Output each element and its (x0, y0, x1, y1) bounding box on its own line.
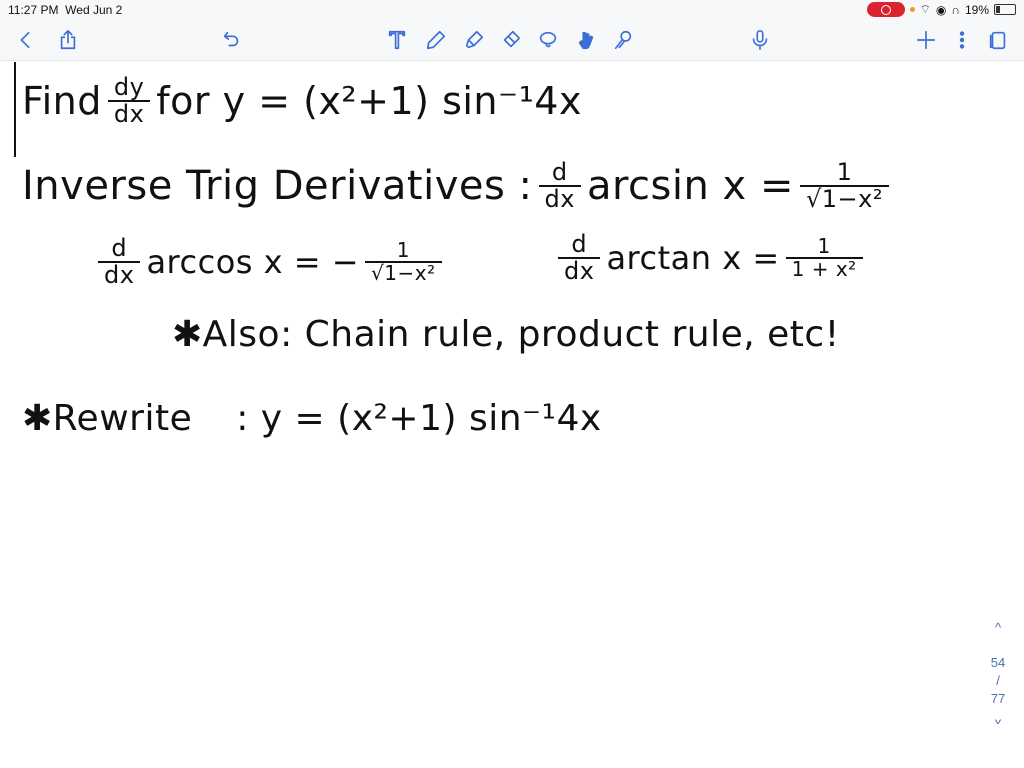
note-line-3b: d dx arctan x = 11 + x² (552, 231, 869, 284)
note-line-3a: d dx arccos x = − 1 √1−x² (92, 235, 448, 288)
more-icon[interactable] (948, 26, 976, 54)
note-text: Find (22, 79, 102, 124)
microphone-icon[interactable] (746, 26, 774, 54)
fraction-dy-dx: dy dx (107, 74, 151, 127)
fraction-arctan: 11 + x² (785, 236, 863, 280)
note-text: for y = (x²+1) sin⁻¹4x (156, 79, 582, 124)
note-text: arcsin x = (586, 163, 794, 210)
highlighter-icon[interactable] (460, 26, 488, 54)
laser-pointer-icon[interactable] (609, 26, 637, 54)
note-text: Inverse Trig Derivatives : (22, 163, 533, 210)
page-separator: / (996, 673, 1000, 688)
fraction-d-dx: d dx (538, 159, 581, 212)
toolbar (0, 20, 1024, 61)
page-up-button[interactable]: ^ (986, 620, 1010, 635)
battery-icon (994, 4, 1016, 15)
orientation-lock-icon: ◉ (935, 2, 947, 17)
battery-percent: 19% (964, 2, 989, 17)
headphones-icon: ∩ (951, 2, 960, 17)
lasso-icon[interactable] (534, 26, 562, 54)
fraction-arccos: 1 √1−x² (365, 240, 442, 284)
fraction-arcsin: 1 √1−x² (799, 159, 889, 212)
margin-line (14, 62, 16, 157)
status-time: 11:27 PM Wed Jun 2 (8, 3, 123, 17)
note-text: ✱Rewrite (22, 398, 193, 439)
hand-pointer-icon[interactable] (572, 26, 600, 54)
note-text: ✱Also: Chain rule, product rule, etc! (172, 314, 840, 355)
add-icon[interactable] (912, 26, 940, 54)
status-bar: 11:27 PM Wed Jun 2 ⌔ ◉ ∩ 19% (0, 0, 1024, 20)
current-page: 54 (990, 655, 1006, 670)
eraser-icon[interactable] (497, 26, 525, 54)
note-text: : y = (x²+1) sin⁻¹4x (236, 398, 602, 439)
note-line-4: ✱Also: Chain rule, product rule, etc! (172, 314, 840, 355)
back-icon[interactable] (12, 26, 40, 54)
share-icon[interactable] (54, 26, 82, 54)
fraction-d-dx: d dx (558, 231, 601, 284)
note-text: arccos x = − (146, 243, 360, 282)
undo-icon[interactable] (218, 26, 246, 54)
pages-icon[interactable] (984, 26, 1012, 54)
note-text: arctan x = (606, 239, 780, 278)
mic-in-use-indicator (909, 7, 915, 12)
total-pages: 77 (990, 691, 1006, 706)
note-line-1: Find dy dx for y = (x²+1) sin⁻¹4x (22, 74, 582, 127)
text-tool-icon[interactable] (383, 26, 411, 54)
page-down-button[interactable]: v (986, 717, 1010, 726)
fraction-d-dx: d dx (98, 235, 141, 288)
page-indicator: 54 / 77 (986, 654, 1010, 708)
wifi-icon: ⌔ (919, 2, 931, 16)
note-line-5: ✱Rewrite : y = (x²+1) sin⁻¹4x (22, 398, 602, 439)
screen-recording-icon[interactable] (866, 2, 905, 17)
pen-icon[interactable] (422, 26, 450, 54)
note-line-2: Inverse Trig Derivatives : d dx arcsin x … (22, 159, 895, 212)
